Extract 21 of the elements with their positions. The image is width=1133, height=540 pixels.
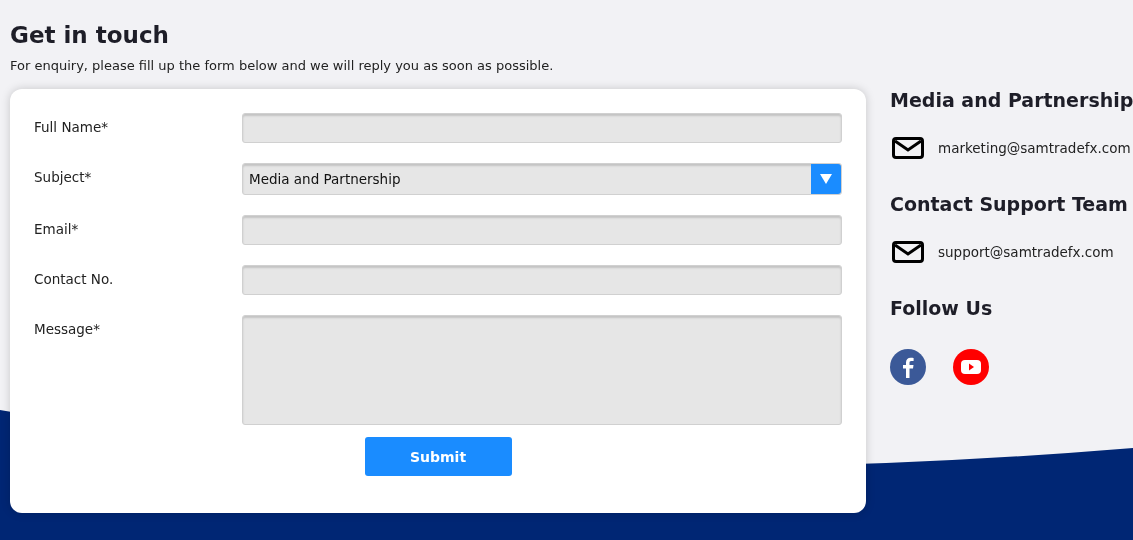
page-title: Get in touch: [10, 22, 170, 48]
field-label: Subject*: [34, 168, 93, 185]
facebook-icon[interactable]: [890, 349, 926, 385]
section-title: Follow Us: [890, 297, 994, 319]
message-field[interactable]: [242, 315, 842, 425]
email-link[interactable]: support@samtradefx.com: [938, 244, 1114, 260]
subject-dropdown[interactable]: Media and Partnership: [242, 163, 842, 195]
field-label: Message*: [34, 320, 101, 337]
field-label: Full Name*: [34, 118, 109, 135]
email-link[interactable]: marketing@samtradefx.com: [938, 140, 1131, 156]
input-field[interactable]: [242, 265, 842, 295]
intro-text: For enquiry, please fill up the form below and we will reply you as soon as possible.: [10, 58, 555, 73]
field-label: Contact No.: [34, 270, 115, 287]
envelope-icon: [892, 137, 924, 159]
input-field[interactable]: [242, 113, 842, 143]
section-title: Contact Support Team: [890, 193, 1129, 215]
youtube-icon[interactable]: [953, 349, 989, 385]
input-field[interactable]: [242, 215, 842, 245]
field-label: Email*: [34, 220, 80, 237]
section-title: Media and Partnership: [890, 89, 1133, 111]
envelope-icon: [892, 241, 924, 263]
